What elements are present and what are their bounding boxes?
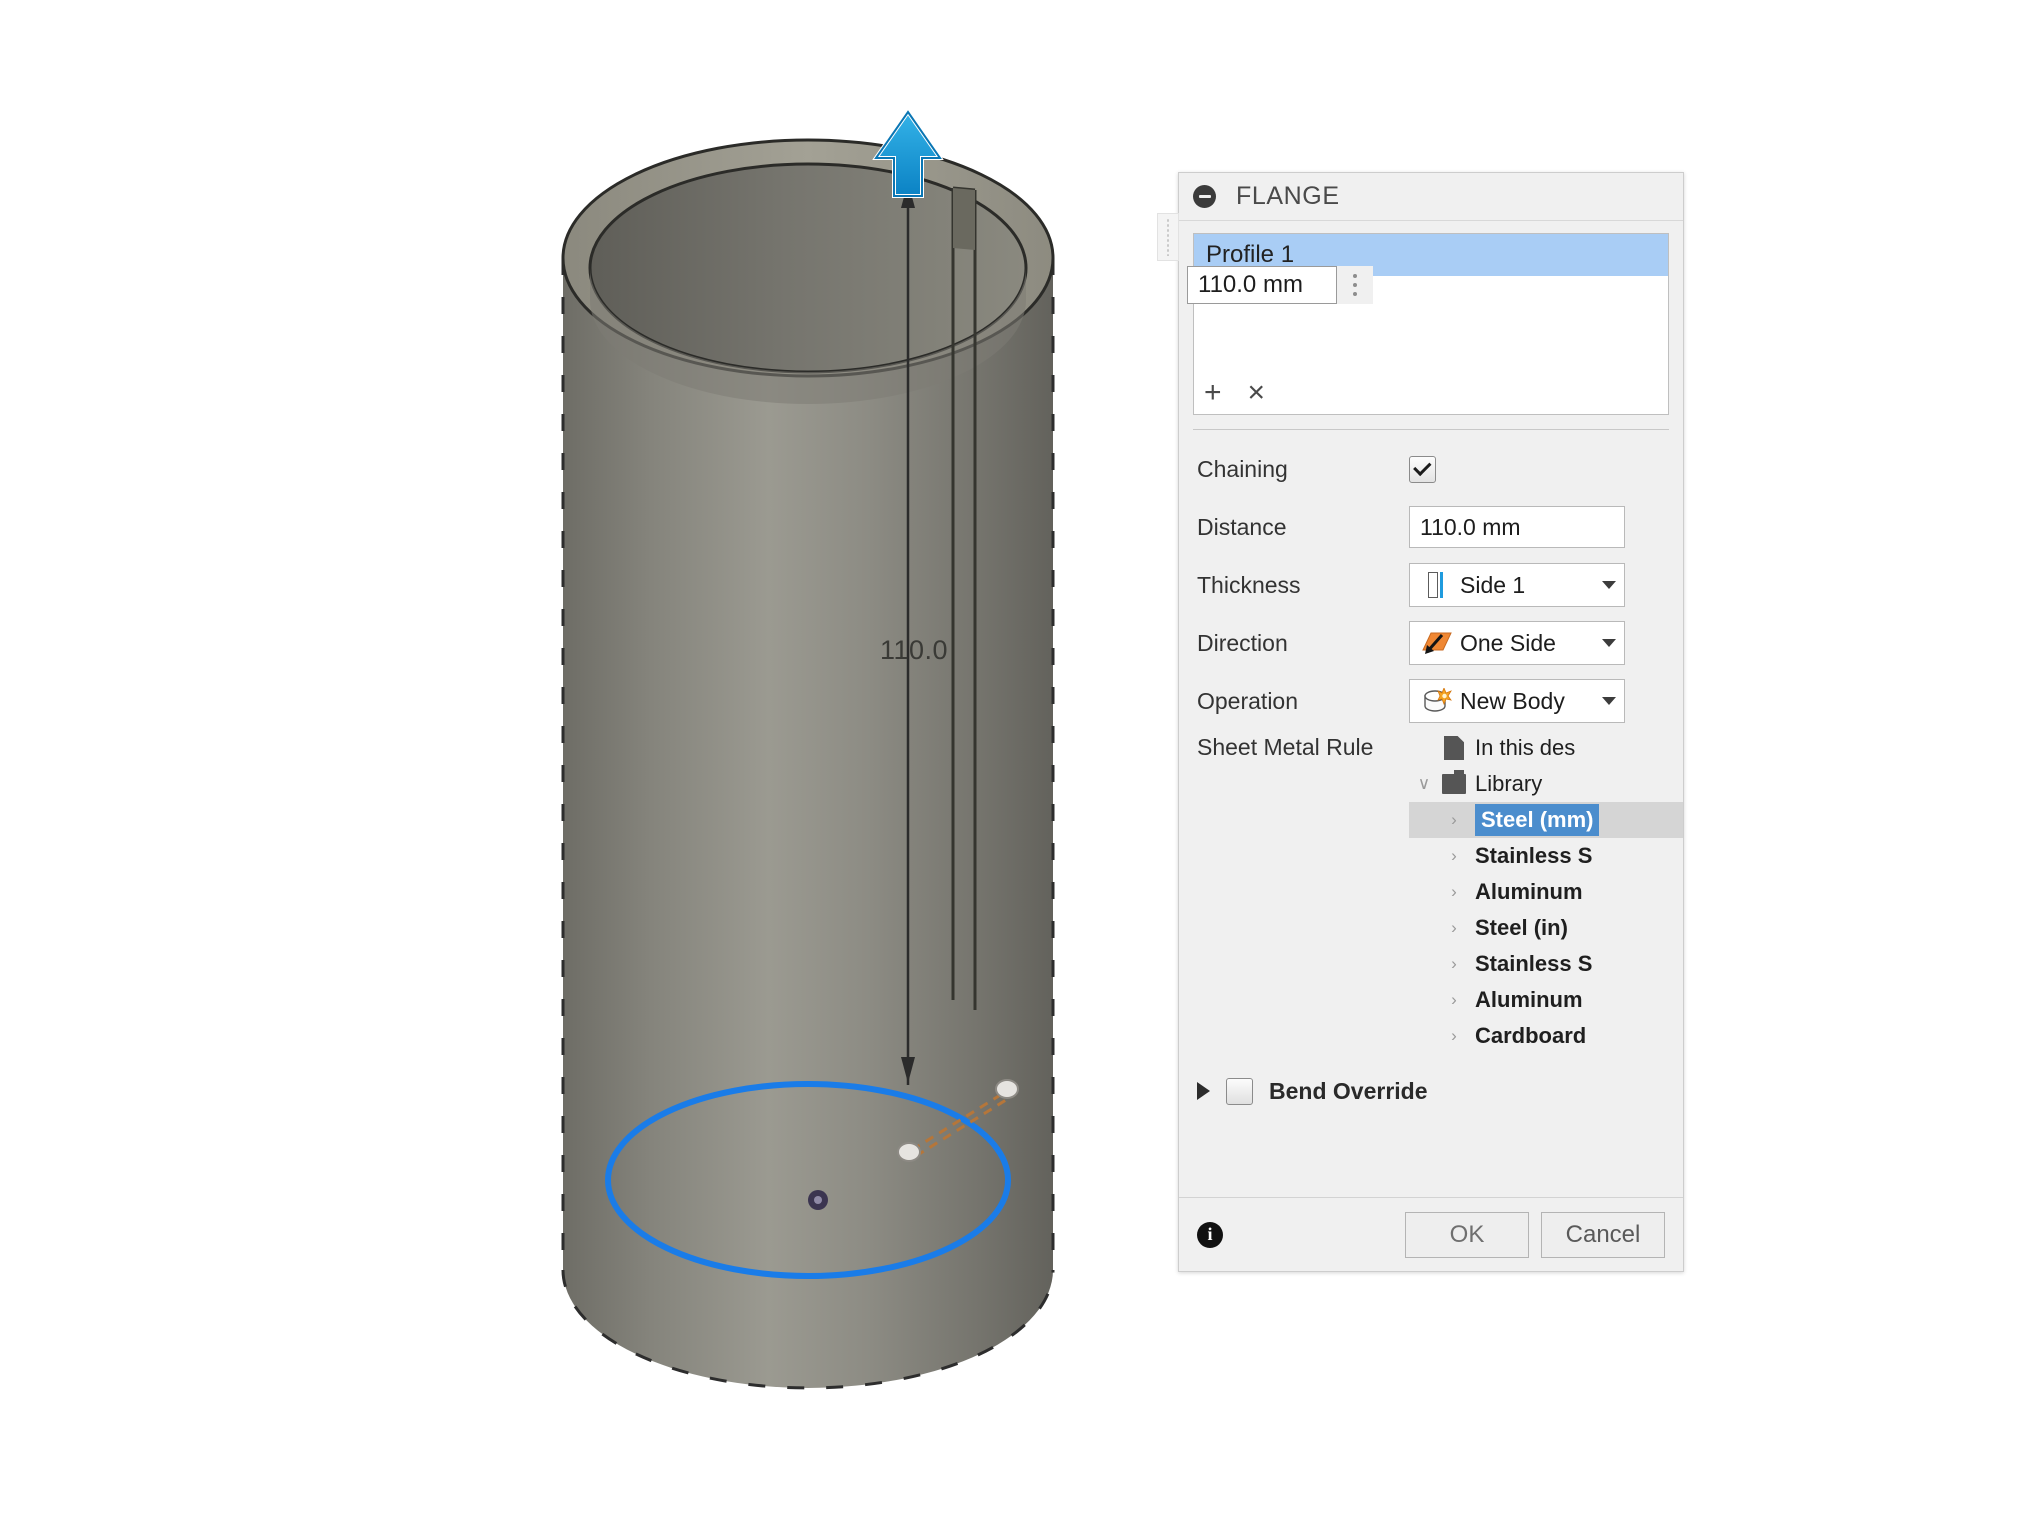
cancel-button[interactable]: Cancel: [1541, 1211, 1665, 1258]
chevron-right-icon[interactable]: ›: [1439, 990, 1469, 1010]
minus-circle-icon[interactable]: [1193, 185, 1216, 208]
tree-node[interactable]: › Steel (in): [1409, 910, 1683, 946]
profile-list-tools: + ×: [1204, 378, 1265, 408]
row-chaining: Chaining: [1179, 440, 1683, 498]
chaining-checkbox[interactable]: [1409, 455, 1436, 483]
more-options-icon[interactable]: [1337, 266, 1373, 304]
flange-dialog[interactable]: FLANGE Profile 1 + × 110.0 mm Chaining D…: [1157, 172, 1684, 1272]
tree-node-label: Aluminum: [1475, 987, 1583, 1012]
tree-node[interactable]: › Cardboard: [1409, 1018, 1683, 1054]
dialog-drag-handle[interactable]: [1157, 213, 1179, 261]
inline-value-editor[interactable]: [1187, 266, 1373, 304]
chevron-right-icon[interactable]: ›: [1439, 810, 1469, 830]
row-direction: Direction One Side: [1179, 614, 1683, 672]
tree-node[interactable]: ∨ Library: [1409, 766, 1683, 802]
chevron-down-icon: [1602, 697, 1616, 705]
sheet-side-icon: [1420, 572, 1454, 598]
bend-override-checkbox[interactable]: [1226, 1077, 1253, 1105]
folder-icon: [1439, 770, 1469, 794]
row-sheet-metal-rule: Sheet Metal Rule In this des ∨ Library › Ste…: [1179, 730, 1683, 1054]
dialog-footer: i OK Cancel: [1179, 1197, 1683, 1271]
tree-node[interactable]: › Aluminum: [1409, 982, 1683, 1018]
distance-value: 110.0 mm: [1420, 513, 1521, 540]
dialog-title: FLANGE: [1236, 182, 1340, 210]
clear-selection-icon[interactable]: ×: [1248, 378, 1266, 408]
one-side-icon: [1420, 630, 1454, 656]
grip-dots-icon: [1165, 218, 1171, 256]
direction-dropdown[interactable]: One Side: [1409, 621, 1625, 665]
tree-node-label: Stainless S: [1475, 951, 1593, 976]
distance-inline-input[interactable]: [1187, 266, 1337, 304]
footer-buttons: OK Cancel: [1405, 1211, 1665, 1258]
tree-node-label: In this des: [1475, 735, 1576, 760]
direction-value: One Side: [1460, 629, 1556, 656]
operation-label: Operation: [1197, 687, 1299, 714]
app-root: 110.0 FLANGE Profile 1 + × 110.0 mm Chai…: [0, 0, 2020, 1540]
chaining-label: Chaining: [1197, 455, 1288, 482]
tree-node-label: Cardboard: [1475, 1023, 1587, 1048]
row-operation: Operation New Body: [1179, 672, 1683, 730]
row-distance: Distance 110.0 mm: [1179, 498, 1683, 556]
thickness-label: Thickness: [1197, 571, 1301, 598]
expand-triangle-icon[interactable]: [1197, 1082, 1210, 1100]
tree-node-label: Steel (in): [1475, 915, 1568, 940]
distance-label: Distance: [1197, 513, 1287, 540]
direction-label: Direction: [1197, 629, 1288, 656]
chevron-right-icon[interactable]: ›: [1439, 954, 1469, 974]
chevron-right-icon[interactable]: ›: [1439, 918, 1469, 938]
document-icon: [1439, 736, 1469, 760]
sheet-metal-rule-tree[interactable]: In this des ∨ Library › Steel (mm) › Stainless…: [1409, 730, 1683, 1054]
thickness-dropdown[interactable]: Side 1: [1409, 563, 1625, 607]
operation-value: New Body: [1460, 687, 1565, 714]
add-selection-icon[interactable]: +: [1204, 378, 1222, 408]
row-bend-override[interactable]: Bend Override: [1179, 1064, 1683, 1118]
cylinder-model: [561, 108, 1055, 1390]
chevron-right-icon[interactable]: ›: [1439, 1026, 1469, 1046]
profile-selection-area: Profile 1 + ×: [1179, 221, 1683, 415]
tree-node[interactable]: In this des: [1409, 730, 1683, 766]
ok-button[interactable]: OK: [1405, 1211, 1529, 1258]
thickness-value: Side 1: [1460, 571, 1526, 598]
bend-override-label: Bend Override: [1269, 1077, 1428, 1104]
distance-input[interactable]: 110.0 mm: [1409, 506, 1625, 548]
profile-item-label: Profile 1: [1206, 241, 1295, 268]
properties-section: Chaining Distance 110.0 mm Thickness Sid…: [1179, 430, 1683, 1118]
tree-node[interactable]: › Stainless S: [1409, 838, 1683, 874]
tree-node-label: Steel (mm): [1475, 804, 1600, 836]
dialog-header: FLANGE: [1179, 173, 1683, 221]
tree-node-label: Stainless S: [1475, 843, 1593, 868]
chevron-down-icon: [1602, 639, 1616, 647]
info-icon[interactable]: i: [1197, 1221, 1223, 1248]
3d-viewport[interactable]: 110.0: [0, 0, 2020, 1540]
tree-node[interactable]: › Stainless S: [1409, 946, 1683, 982]
sheet-metal-rule-label: Sheet Metal Rule: [1197, 734, 1374, 760]
tree-node[interactable]: › Steel (mm): [1409, 802, 1683, 838]
row-thickness: Thickness Side 1: [1179, 556, 1683, 614]
operation-dropdown[interactable]: New Body: [1409, 679, 1625, 723]
tree-node[interactable]: › Aluminum: [1409, 874, 1683, 910]
new-body-icon: [1420, 688, 1454, 714]
chevron-right-icon[interactable]: ›: [1439, 846, 1469, 866]
chevron-down-icon: [1602, 581, 1616, 589]
tree-node-label: Library: [1475, 771, 1543, 796]
tree-node-label: Aluminum: [1475, 879, 1583, 904]
profile-list[interactable]: Profile 1 + ×: [1193, 233, 1669, 415]
chevron-down-icon[interactable]: ∨: [1409, 774, 1439, 794]
chevron-right-icon[interactable]: ›: [1439, 882, 1469, 902]
dimension-value-label: 110.0: [880, 635, 949, 665]
